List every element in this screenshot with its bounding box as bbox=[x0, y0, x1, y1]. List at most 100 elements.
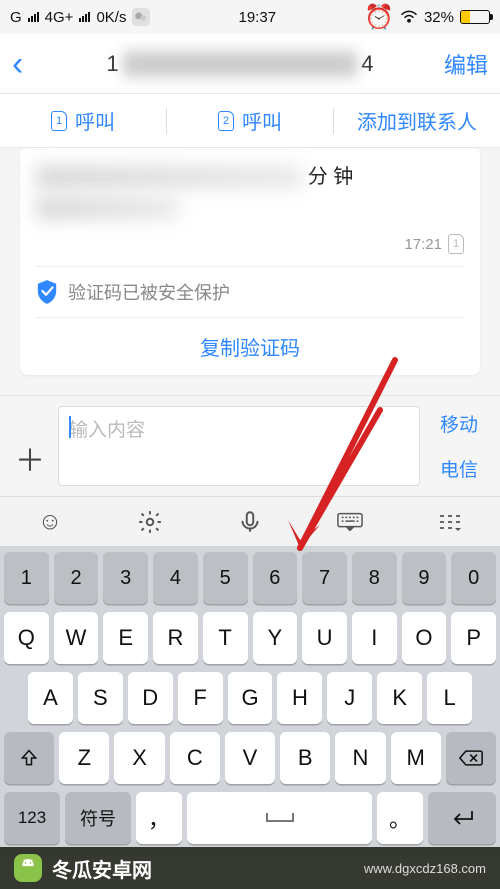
status-bar: G 4G+ 0K/s 19:37 ⏰ 32% bbox=[0, 0, 500, 34]
attach-button[interactable]: ＋ bbox=[12, 406, 48, 486]
watermark-brand: 冬瓜安卓网 bbox=[52, 854, 152, 883]
key-2[interactable]: 2 bbox=[54, 552, 99, 604]
key-z[interactable]: Z bbox=[59, 732, 109, 784]
sms-sim-icon: 1 bbox=[448, 234, 464, 254]
send-sim-picker: 移动 电信 bbox=[430, 406, 488, 486]
back-button[interactable]: ‹ bbox=[12, 47, 52, 81]
sim1-icon: 1 bbox=[51, 111, 67, 131]
sms-time: 17:21 bbox=[404, 236, 442, 253]
key-n[interactable]: N bbox=[335, 732, 385, 784]
shift-key[interactable] bbox=[4, 732, 54, 784]
settings-button[interactable] bbox=[137, 509, 163, 535]
key-p[interactable]: P bbox=[451, 612, 496, 664]
network-label: 4G+ bbox=[45, 9, 74, 26]
enter-key[interactable] bbox=[428, 792, 496, 844]
watermark-footer: 冬瓜安卓网 www.dgxcdz168.com bbox=[0, 847, 500, 889]
message-input[interactable]: 输入内容 bbox=[58, 406, 420, 486]
sms-body: ████ ████ ██████████ 分 钟 ██████████ bbox=[36, 162, 464, 224]
keyboard-row-3: ZXCVBNM bbox=[4, 732, 496, 784]
key-8[interactable]: 8 bbox=[352, 552, 397, 604]
key-j[interactable]: J bbox=[327, 672, 372, 724]
key-x[interactable]: X bbox=[114, 732, 164, 784]
edit-button[interactable]: 编辑 bbox=[428, 48, 488, 80]
comma-key[interactable]: ， bbox=[136, 792, 182, 844]
key-y[interactable]: Y bbox=[253, 612, 298, 664]
keyboard-row-4: 123 符号 ， 。 bbox=[4, 792, 496, 844]
key-c[interactable]: C bbox=[170, 732, 220, 784]
keyboard-toolbar: ☺ bbox=[0, 496, 500, 546]
send-sim2-button[interactable]: 电信 bbox=[430, 455, 488, 482]
sms-redacted-1: ████ ████ ██████████ bbox=[36, 166, 302, 188]
emoji-button[interactable]: ☺ bbox=[37, 509, 63, 535]
call-sim1-button[interactable]: 1 呼叫 bbox=[0, 106, 166, 135]
message-area: ████ ████ ██████████ 分 钟 ██████████ 17:2… bbox=[0, 148, 500, 395]
page-title: 1 00000000000 4 bbox=[52, 51, 428, 77]
key-6[interactable]: 6 bbox=[253, 552, 298, 604]
sms-meta: 17:21 1 bbox=[36, 224, 464, 266]
key-7[interactable]: 7 bbox=[302, 552, 347, 604]
key-o[interactable]: O bbox=[402, 612, 447, 664]
call-label-2: 呼叫 bbox=[242, 106, 282, 135]
title-prefix: 1 bbox=[106, 51, 118, 77]
text-caret bbox=[69, 416, 71, 438]
wifi-icon bbox=[400, 8, 418, 26]
space-key[interactable] bbox=[187, 792, 372, 844]
clock-label: 19:37 bbox=[150, 9, 364, 26]
compose-row: ＋ 输入内容 移动 电信 bbox=[0, 395, 500, 496]
key-i[interactable]: I bbox=[352, 612, 397, 664]
key-u[interactable]: U bbox=[302, 612, 347, 664]
key-w[interactable]: W bbox=[54, 612, 99, 664]
key-v[interactable]: V bbox=[225, 732, 275, 784]
send-sim1-button[interactable]: 移动 bbox=[430, 410, 488, 437]
key-3[interactable]: 3 bbox=[103, 552, 148, 604]
key-m[interactable]: M bbox=[391, 732, 441, 784]
key-1[interactable]: 1 bbox=[4, 552, 49, 604]
carrier-label: G bbox=[10, 9, 22, 26]
signal-bars-icon-2 bbox=[79, 12, 90, 22]
action-tabs: 1 呼叫 2 呼叫 添加到联系人 bbox=[0, 94, 500, 148]
call-sim2-button[interactable]: 2 呼叫 bbox=[167, 106, 333, 135]
key-a[interactable]: A bbox=[28, 672, 73, 724]
sms-redacted-2: ██████████ bbox=[36, 197, 178, 219]
input-placeholder: 输入内容 bbox=[69, 420, 145, 441]
alarm-icon: ⏰ bbox=[364, 3, 394, 32]
signal-bars-icon bbox=[28, 12, 39, 22]
key-t[interactable]: T bbox=[203, 612, 248, 664]
key-g[interactable]: G bbox=[228, 672, 273, 724]
copy-code-button[interactable]: 复制验证码 bbox=[36, 317, 464, 375]
key-9[interactable]: 9 bbox=[402, 552, 447, 604]
key-5[interactable]: 5 bbox=[203, 552, 248, 604]
backspace-key[interactable] bbox=[446, 732, 496, 784]
add-contact-button[interactable]: 添加到联系人 bbox=[334, 106, 500, 135]
key-0[interactable]: 0 bbox=[451, 552, 496, 604]
keyboard-row-1: QWERTYUIOP bbox=[4, 612, 496, 664]
key-l[interactable]: L bbox=[427, 672, 472, 724]
numeric-key[interactable]: 123 bbox=[4, 792, 60, 844]
key-h[interactable]: H bbox=[277, 672, 322, 724]
shield-icon bbox=[36, 279, 58, 305]
key-d[interactable]: D bbox=[128, 672, 173, 724]
period-key[interactable]: 。 bbox=[377, 792, 423, 844]
key-f[interactable]: F bbox=[178, 672, 223, 724]
symbols-key[interactable]: 符号 bbox=[65, 792, 131, 844]
watermark-host: www.dgxcdz168.com bbox=[364, 861, 486, 876]
key-4[interactable]: 4 bbox=[153, 552, 198, 604]
key-k[interactable]: K bbox=[377, 672, 422, 724]
title-suffix: 4 bbox=[361, 51, 373, 77]
protect-label: 验证码已被安全保护 bbox=[68, 279, 230, 305]
code-protected-row: 验证码已被安全保护 bbox=[36, 266, 464, 317]
call-label-1: 呼叫 bbox=[75, 106, 115, 135]
sms-card[interactable]: ████ ████ ██████████ 分 钟 ██████████ 17:2… bbox=[20, 148, 480, 375]
key-e[interactable]: E bbox=[103, 612, 148, 664]
voice-input-button[interactable] bbox=[237, 509, 263, 535]
key-b[interactable]: B bbox=[280, 732, 330, 784]
sms-tail: 分 钟 bbox=[308, 166, 354, 188]
more-tools-button[interactable] bbox=[437, 509, 463, 535]
sim2-icon: 2 bbox=[218, 111, 234, 131]
wechat-icon bbox=[132, 8, 150, 26]
keyboard-row-2: ASDFGHJKL bbox=[4, 672, 496, 724]
key-q[interactable]: Q bbox=[4, 612, 49, 664]
key-s[interactable]: S bbox=[78, 672, 123, 724]
keyboard-switch-button[interactable] bbox=[337, 509, 363, 535]
key-r[interactable]: R bbox=[153, 612, 198, 664]
